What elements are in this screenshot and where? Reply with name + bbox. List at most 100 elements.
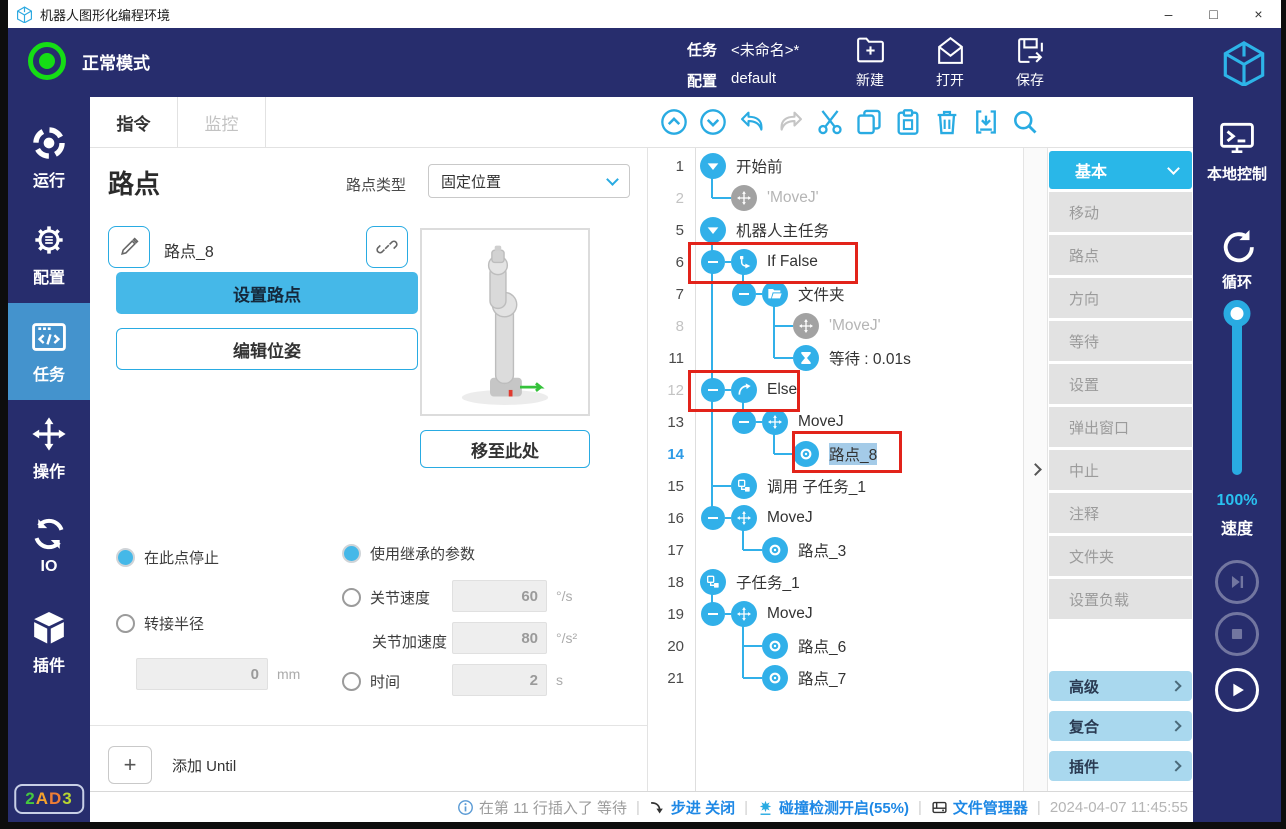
rename-button[interactable] (108, 226, 150, 268)
tree-row[interactable]: 15 调用 子任务_1 (648, 470, 1023, 502)
minimize-button[interactable]: – (1146, 0, 1191, 28)
search-icon[interactable] (1011, 108, 1039, 136)
save-button[interactable]: 保存 (1001, 34, 1059, 90)
palette-item-direction[interactable]: 方向 (1049, 278, 1192, 318)
tree-row[interactable]: 17 路点_3 (648, 534, 1023, 566)
tree-row[interactable]: 13 MoveJ (648, 406, 1023, 438)
paste-icon[interactable] (894, 108, 922, 136)
speed-slider-handle[interactable] (1223, 300, 1251, 327)
palette-item-set[interactable]: 设置 (1049, 364, 1192, 404)
speed-slider-track[interactable] (1232, 315, 1242, 475)
tree-row[interactable]: 18 子任务_1 (648, 566, 1023, 598)
palette-item-abort[interactable]: 中止 (1049, 450, 1192, 490)
collapse-icon[interactable] (732, 410, 756, 434)
file-manager-button[interactable]: 文件管理器 (931, 797, 1028, 818)
stop-here-radio[interactable] (116, 548, 135, 567)
palette-item-folder[interactable]: 文件夹 (1049, 536, 1192, 576)
tree-row[interactable]: 7 文件夹 (648, 278, 1023, 310)
copy-icon[interactable] (855, 108, 883, 136)
palette-item-move[interactable]: 移动 (1049, 192, 1192, 232)
tree-row[interactable]: 8 'MoveJ' (648, 310, 1023, 342)
step-forward-button[interactable] (1215, 560, 1259, 604)
add-until-button[interactable]: + (108, 746, 152, 784)
expand-icon[interactable] (700, 217, 726, 243)
move-here-button[interactable]: 移至此处 (420, 430, 590, 468)
collapse-icon[interactable] (701, 250, 725, 274)
joint-accel-input[interactable] (452, 622, 547, 654)
blend-radius-radio[interactable] (116, 614, 135, 633)
play-button[interactable] (1215, 668, 1259, 712)
palette-group-plugin[interactable]: 插件 (1049, 751, 1192, 781)
tree-row-else[interactable]: 12 Else (648, 374, 1023, 406)
expand-all-icon[interactable] (699, 108, 727, 136)
blend-radius-input[interactable] (136, 658, 268, 690)
sidebar-item-run[interactable]: 运行 (8, 109, 90, 206)
new-button[interactable]: 新建 (841, 34, 899, 90)
tree-row[interactable]: 11 等待 : 0.01s (648, 342, 1023, 374)
palette-group-advanced[interactable]: 高级 (1049, 671, 1192, 701)
panel-collapse-handle[interactable] (1023, 148, 1048, 791)
time-input[interactable] (452, 664, 547, 696)
joint-speed-input[interactable] (452, 580, 547, 612)
waypoint-type-select[interactable]: 固定位置 (428, 164, 630, 198)
palette-item-payload[interactable]: 设置负载 (1049, 579, 1192, 619)
sidebar-item-task[interactable]: 任务 (8, 303, 90, 400)
collision-detect-toggle[interactable]: 碰撞检测开启(55%) (757, 797, 909, 818)
collapse-all-icon[interactable] (660, 108, 688, 136)
tree-row[interactable]: 21 路点_7 (648, 662, 1023, 694)
waypoint-icon (762, 665, 788, 691)
undo-icon[interactable] (738, 108, 766, 136)
terminal-icon[interactable] (1218, 119, 1256, 157)
maximize-button[interactable]: □ (1191, 0, 1236, 28)
tree-row[interactable]: 5 机器人主任务 (648, 214, 1023, 246)
link-button[interactable] (366, 226, 408, 268)
palette-item-comment[interactable]: 注释 (1049, 493, 1192, 533)
joint-speed-radio[interactable] (342, 588, 361, 607)
brand-logo-icon (1221, 40, 1267, 86)
tree-row[interactable]: 20 路点_6 (648, 630, 1023, 662)
step-mode-toggle[interactable]: 步进 关闭 (649, 797, 735, 818)
pencil-icon (118, 236, 140, 258)
collapse-icon[interactable] (701, 602, 725, 626)
tree-row[interactable]: 19 MoveJ (648, 598, 1023, 630)
cut-icon[interactable] (816, 108, 844, 136)
palette-item-waypoint[interactable]: 路点 (1049, 235, 1192, 275)
delete-icon[interactable] (933, 108, 961, 136)
tab-bar: 指令 监控 (90, 97, 1193, 148)
tree-row-if[interactable]: 6 If False (648, 246, 1023, 278)
tab-monitor[interactable]: 监控 (178, 97, 266, 147)
close-button[interactable]: × (1236, 0, 1281, 28)
collapse-icon[interactable] (732, 282, 756, 306)
instruction-palette: 基本 移动 路点 方向 等待 设置 弹出窗口 中止 注释 文件夹 设置负载 高级 (1048, 148, 1193, 791)
sidebar-item-plugin[interactable]: 插件 (8, 594, 90, 691)
waypoint-icon (793, 441, 819, 467)
edit-pose-button[interactable]: 编辑位姿 (116, 328, 418, 370)
sidebar-item-config[interactable]: 配置 (8, 206, 90, 303)
tree-row-selected[interactable]: 14 路点_8 (648, 438, 1023, 470)
palette-item-wait[interactable]: 等待 (1049, 321, 1192, 361)
loop-icon[interactable] (1218, 227, 1256, 265)
stop-button[interactable] (1215, 612, 1259, 656)
sidebar-item-operate[interactable]: 操作 (8, 400, 90, 497)
time-radio[interactable] (342, 672, 361, 691)
insert-icon[interactable] (972, 108, 1000, 136)
palette-group-composite[interactable]: 复合 (1049, 711, 1192, 741)
tree-row[interactable]: 16 MoveJ (648, 502, 1023, 534)
tab-instruction[interactable]: 指令 (90, 97, 178, 147)
tree-row[interactable]: 1 开始前 (648, 150, 1023, 182)
collapse-icon[interactable] (701, 378, 725, 402)
expand-icon[interactable] (700, 153, 726, 179)
palette-group-basic[interactable]: 基本 (1049, 151, 1192, 189)
waypoint-icon (762, 537, 788, 563)
set-waypoint-button[interactable]: 设置路点 (116, 272, 418, 314)
tree-row[interactable]: 2 'MoveJ' (648, 182, 1023, 214)
speed-label: 速度 (1220, 521, 1253, 538)
collapse-icon[interactable] (701, 506, 725, 530)
page-title: 路点 (108, 169, 161, 199)
movej-icon (762, 409, 788, 435)
sidebar-item-io[interactable]: IO (8, 497, 90, 594)
open-button[interactable]: 打开 (921, 34, 979, 90)
redo-icon[interactable] (777, 108, 805, 136)
palette-item-popup[interactable]: 弹出窗口 (1049, 407, 1192, 447)
inherit-params-radio[interactable] (342, 544, 361, 563)
